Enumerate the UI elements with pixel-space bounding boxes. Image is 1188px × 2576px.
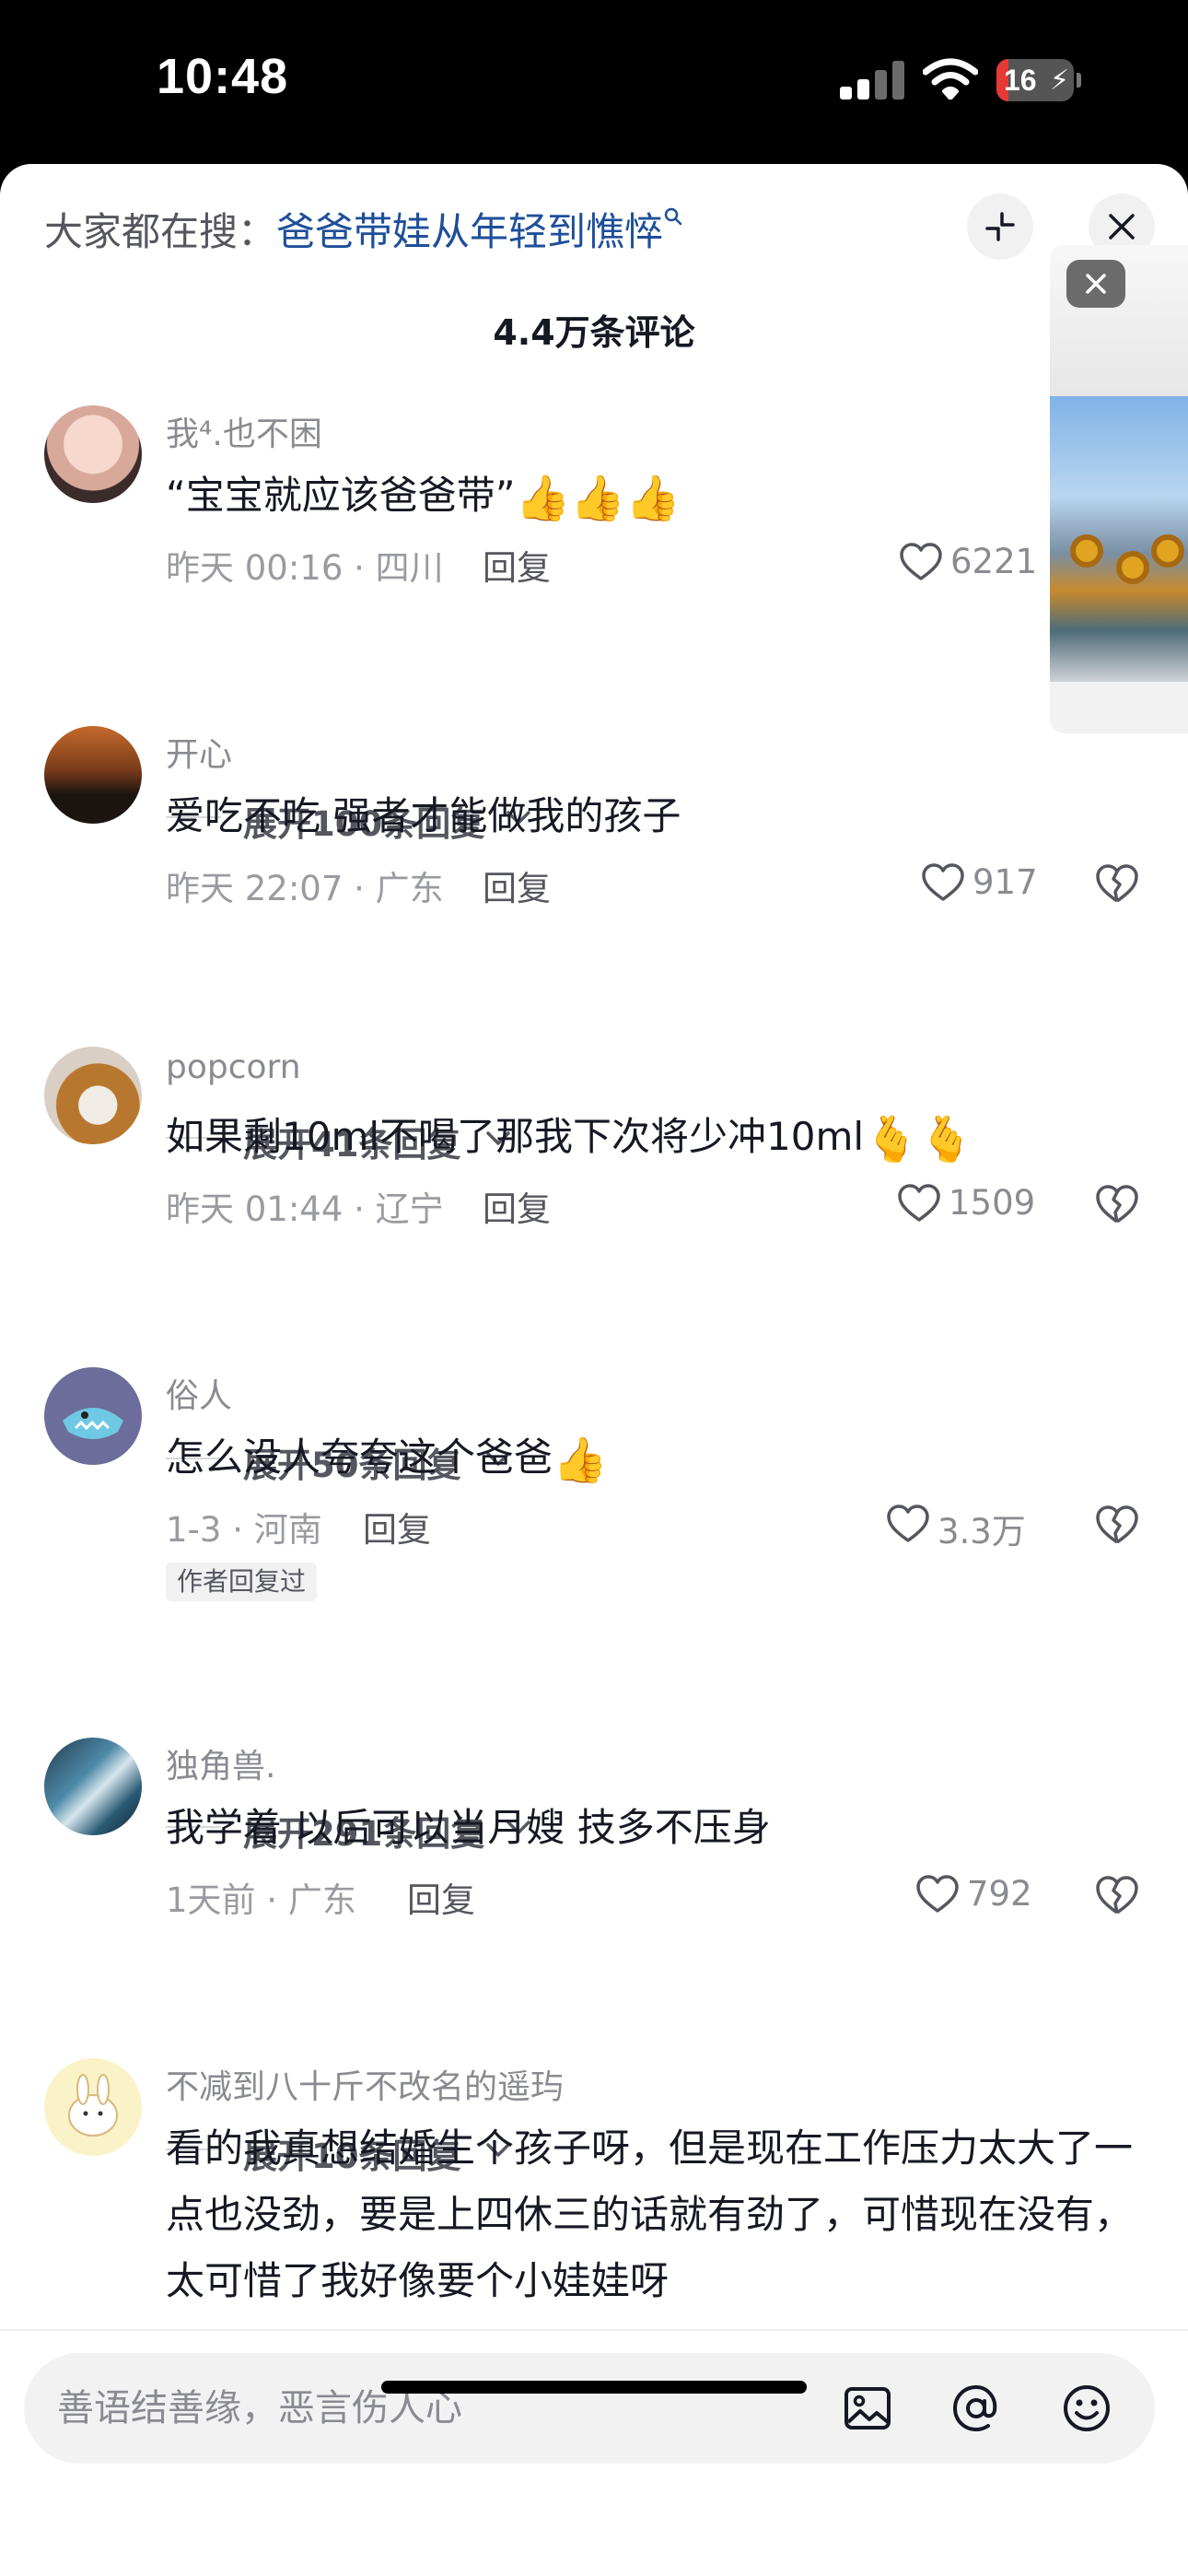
at-icon[interactable] xyxy=(950,2383,1002,2434)
close-icon xyxy=(1109,214,1135,240)
finger-heart-icon: 🫰🫰 xyxy=(864,1113,974,1165)
heart-icon xyxy=(898,1184,940,1222)
comment-input-bar xyxy=(0,2329,1188,2576)
comment-sheet: 大家都在搜：爸爸带娃从年轻到憔悴 4.4万条评论 我⁴.也不困 “宝宝就应该爸爸… xyxy=(0,164,1188,2576)
comment-input-box[interactable] xyxy=(24,2353,1155,2464)
minimize-icon xyxy=(985,212,1015,241)
status-time: 10:48 xyxy=(157,49,289,104)
comment-username[interactable]: 俗人 xyxy=(166,1369,232,1417)
close-icon xyxy=(1086,274,1106,294)
avatar[interactable] xyxy=(44,2058,142,2156)
heart-icon xyxy=(887,1505,929,1542)
mini-video-close-button[interactable] xyxy=(1066,260,1125,308)
smiley-icon[interactable] xyxy=(1061,2383,1112,2434)
like-count: 3.3万 xyxy=(938,1512,1026,1551)
battery-percent: 16 xyxy=(1004,64,1037,97)
comment-meta: 昨天 00:16 · 四川 xyxy=(166,548,444,588)
like-button[interactable]: 1509 xyxy=(897,1181,1035,1227)
thumbs-up-icon: 👍👍👍 xyxy=(515,472,681,524)
video-thumbnail xyxy=(1050,396,1188,682)
broken-heart-icon[interactable] xyxy=(1094,1183,1140,1225)
reply-button[interactable]: 回复 xyxy=(483,540,551,590)
heart-icon xyxy=(922,863,964,901)
minimize-button[interactable] xyxy=(967,193,1033,260)
avatar[interactable] xyxy=(44,1738,142,1835)
comment-body: 我学着 以后可以当月嫂 技多不压身 xyxy=(166,1805,771,1850)
comment-body: 如果剩10ml不喝了那我下次将少冲10ml xyxy=(166,1114,865,1159)
heart-icon xyxy=(900,543,942,580)
comment-text: 看的我真想结婚生个孩子呀，但是现在工作压力太大了一点也没劲，要是上四休三的话就有… xyxy=(166,2115,1142,2314)
like-button[interactable]: 3.3万 xyxy=(886,1502,1042,1551)
comment-text: 我学着 以后可以当月嫂 技多不压身 xyxy=(166,1795,1142,1861)
thumbs-up-icon: 👍 xyxy=(553,1434,608,1486)
like-button[interactable]: 6221 xyxy=(899,540,1037,586)
like-count: 917 xyxy=(973,862,1038,902)
like-button[interactable]: 792 xyxy=(915,1872,1035,1918)
reply-button[interactable]: 回复 xyxy=(407,1872,475,1922)
comment-meta: 昨天 22:07 · 广东 xyxy=(166,869,444,908)
reply-button[interactable]: 回复 xyxy=(483,861,551,910)
heart-icon xyxy=(916,1875,959,1913)
comment-input[interactable] xyxy=(57,2353,812,2464)
status-bar: 10:48 16 ⚡ xyxy=(0,0,1188,164)
like-count: 1509 xyxy=(949,1183,1036,1223)
hot-search-query[interactable]: 爸爸带娃从年轻到憔悴 xyxy=(276,209,663,254)
comment-meta: 昨天 01:44 · 辽宁 xyxy=(166,1189,444,1229)
hot-search-prefix: 大家都在搜： xyxy=(44,209,277,254)
charging-icon: ⚡ xyxy=(1050,64,1070,97)
comment-body: 看的我真想结婚生个孩子呀，但是现在工作压力太大了一点也没劲，要是上四休三的话就有… xyxy=(166,2125,1134,2303)
comment-meta: 1-3 · 河南 xyxy=(166,1510,322,1550)
author-replied-badge: 作者回复过 xyxy=(166,1563,318,1601)
home-indicator xyxy=(381,2381,807,2394)
comment-username[interactable]: popcorn xyxy=(166,1048,301,1086)
comment-text: 如果剩10ml不喝了那我下次将少冲10ml🫰🫰 xyxy=(166,1104,1142,1170)
like-button[interactable]: 917 xyxy=(921,861,1041,907)
search-icon xyxy=(664,207,682,226)
battery-indicator: 16 ⚡ xyxy=(996,59,1081,101)
reply-button[interactable]: 回复 xyxy=(483,1181,551,1231)
comment-meta: 1天前 · 广东 xyxy=(166,1880,356,1920)
avatar[interactable] xyxy=(44,1367,142,1465)
like-count: 6221 xyxy=(950,542,1038,581)
broken-heart-icon[interactable] xyxy=(1094,862,1140,905)
comment-text: 爱吃不吃 强者才能做我的孩子 xyxy=(166,783,1142,849)
hot-search-bar[interactable]: 大家都在搜：爸爸带娃从年轻到憔悴 xyxy=(44,201,683,257)
image-icon[interactable] xyxy=(842,2383,893,2434)
comment-count: 4.4万条评论 xyxy=(493,312,695,353)
avatar[interactable] xyxy=(44,726,142,824)
broken-heart-icon[interactable] xyxy=(1094,1504,1140,1546)
cellular-signal-icon xyxy=(840,61,906,100)
comment-text: “宝宝就应该爸爸带”👍👍👍 xyxy=(166,463,1142,529)
wifi-icon xyxy=(923,58,978,100)
comment-body: 爱吃不吃 强者才能做我的孩子 xyxy=(166,793,681,838)
comment-text: 怎么没人夸夸这个爸爸👍 xyxy=(166,1424,1142,1491)
avatar[interactable] xyxy=(44,405,142,503)
like-count: 792 xyxy=(967,1874,1032,1914)
broken-heart-icon[interactable] xyxy=(1094,1874,1140,1916)
comment-username[interactable]: 开心 xyxy=(166,728,232,776)
avatar[interactable] xyxy=(44,1047,142,1144)
comment-body: “宝宝就应该爸爸带” xyxy=(166,473,516,518)
reply-button[interactable]: 回复 xyxy=(363,1502,431,1551)
comment-username[interactable]: 独角兽. xyxy=(166,1739,275,1787)
comment-body: 怎么没人夸夸这个爸爸 xyxy=(166,1434,553,1480)
comment-username[interactable]: 不减到八十斤不改名的遥玙 xyxy=(166,2060,564,2108)
comment-username[interactable]: 我⁴.也不困 xyxy=(166,407,322,455)
